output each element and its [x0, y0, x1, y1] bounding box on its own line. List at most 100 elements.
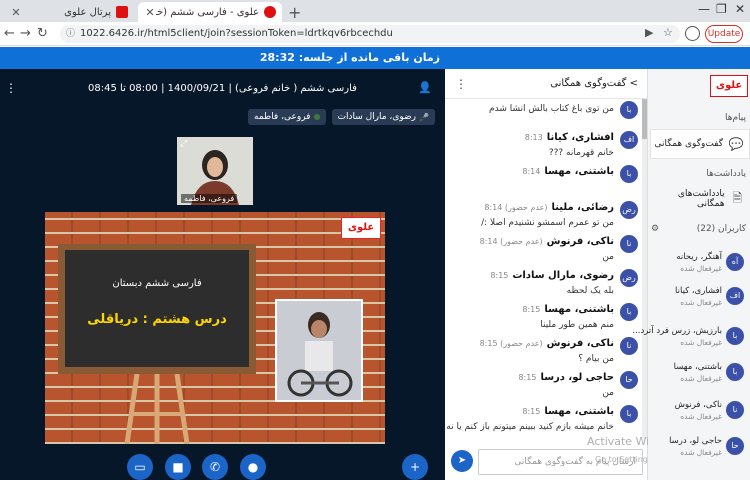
- message-text: من تو عمرم اسمشو نشنیدم اصلا :/: [481, 218, 614, 228]
- user-list-toggle-icon[interactable]: 👤: [418, 81, 432, 94]
- chat-message-input[interactable]: ارسال پیام به گفت‌وگوی همگانی: [478, 449, 643, 475]
- message-author: باشتنی، مهسا8:15: [522, 406, 614, 417]
- insecure-icon: ⓘ: [66, 29, 76, 39]
- user-avatar: با: [620, 101, 638, 119]
- microphone-icon: ●: [247, 460, 259, 474]
- user-avatar: اف: [726, 287, 744, 305]
- messages-section-title: پیام‌ها: [724, 113, 746, 123]
- user-name: بارزیش، زرس فرد آترد...: [632, 326, 722, 336]
- chat-title[interactable]: گفت‌وگوی همگانی <: [550, 78, 638, 89]
- slide-logo: علوی: [341, 217, 381, 239]
- plus-icon: +: [409, 460, 421, 474]
- close-window-icon[interactable]: ✕: [735, 2, 745, 16]
- screen-share-icon: ▭: [134, 460, 146, 474]
- chat-panel: ⋮ گفت‌وگوی همگانی < با من توی باغ کتاب ب…: [445, 69, 738, 480]
- video-camera-icon: ■: [172, 460, 184, 474]
- user-avatar: با: [620, 303, 638, 321]
- user-list-item[interactable]: نا ناکی، فرنوش غیرفعال شده: [650, 397, 750, 427]
- user-avatar: با: [620, 405, 638, 423]
- user-avatar: حا: [620, 371, 638, 389]
- message-text: من: [602, 252, 614, 262]
- user-status: غیرفعال شده: [680, 412, 722, 421]
- screen-share-button[interactable]: ▭: [127, 454, 153, 480]
- send-icon: ➤: [457, 455, 467, 466]
- chat-bubble-icon: 💬: [728, 137, 744, 151]
- user-sidebar: علوی پیام‌ها 💬 گفت‌وگوی همگانی یادداشت‌ه…: [632, 69, 750, 480]
- maximize-icon[interactable]: ❐: [716, 2, 727, 16]
- session-timer: زمان باقی مانده از جلسه: 28:32: [0, 47, 750, 69]
- update-button[interactable]: Update: [705, 25, 743, 43]
- profile-avatar-icon[interactable]: [685, 26, 700, 41]
- close-tab-icon[interactable]: ✕: [10, 6, 22, 19]
- user-list-item[interactable]: با باشتنی، مهسا غیرفعال شده: [650, 359, 750, 389]
- fullscreen-icon[interactable]: ⤢: [180, 139, 187, 149]
- scrollbar-thumb[interactable]: [642, 99, 647, 139]
- notes-section-title: یادداشت‌ها: [706, 169, 746, 179]
- presentation-area: ⋮ فارسی ششم ( خانم فروعی) | 1400/09/21 |…: [0, 69, 445, 480]
- sidebar-item-label: گفت‌وگوی همگانی: [654, 139, 723, 149]
- message-author: افشاری، کیانا8:13: [524, 132, 614, 143]
- favicon-icon: [116, 6, 128, 18]
- forward-icon[interactable]: →: [20, 26, 31, 41]
- sidebar-item-shared-notes[interactable]: 🗎 یادداشت‌های همگانی: [650, 184, 750, 214]
- user-avatar: آه: [726, 253, 744, 271]
- webcam-user-name: فروعی، فاطمه: [181, 194, 238, 203]
- user-name: باشتنی، مهسا: [673, 362, 722, 372]
- gear-icon[interactable]: ⚙: [651, 224, 659, 234]
- phone-icon: ✆: [209, 460, 221, 474]
- send-message-button[interactable]: ➤: [451, 450, 473, 472]
- message-text: من بیام ؟: [578, 354, 614, 364]
- presenter-tag: فروعی، فاطمه: [248, 109, 326, 125]
- user-list-item[interactable]: با بارزیش، زرس فرد آترد... غیرفعال شده: [632, 323, 750, 353]
- close-tab-icon[interactable]: ✕: [144, 6, 156, 19]
- chat-scrollbar[interactable]: [642, 99, 647, 439]
- microphone-button[interactable]: ●: [240, 454, 266, 480]
- user-avatar: با: [726, 363, 744, 381]
- phone-button[interactable]: ✆: [202, 454, 228, 480]
- video-button[interactable]: ■: [165, 454, 191, 480]
- message-text: منم همین طور ملینا: [540, 320, 614, 330]
- url-input[interactable]: ⓘ 1022.6426.ir/html5client/join?sessionT…: [60, 25, 680, 43]
- reload-icon[interactable]: ↻: [37, 26, 48, 41]
- user-list-item[interactable]: حا حاجی لو، درسا غیرفعال شده: [650, 433, 750, 463]
- favicon-icon: [264, 6, 276, 18]
- user-avatar: رض: [620, 269, 638, 287]
- message-author: باشتنی، مهسا8:14: [522, 166, 614, 177]
- new-tab-icon[interactable]: +: [288, 3, 301, 22]
- chat-options-icon[interactable]: ⋮: [455, 77, 467, 91]
- user-avatar: نا: [620, 235, 638, 253]
- actions-add-button[interactable]: +: [402, 454, 428, 480]
- chalkboard: فارسی ششم دبستان درس هشتم : دریاقلی: [65, 250, 249, 367]
- user-status: غیرفعال شده: [680, 338, 722, 347]
- chat-messages: با من توی باغ کتاب بالش انشا شدم اف افشا…: [445, 99, 642, 439]
- user-avatar: با: [620, 165, 638, 183]
- message-text: من: [602, 388, 614, 398]
- sidebar-item-public-chat[interactable]: 💬 گفت‌وگوی همگانی: [650, 129, 750, 159]
- message-author: ناکی، فرنوش(عدم حضور) 8:14: [479, 236, 614, 247]
- presentation-slide: علوی فارسی ششم دبستان درس هشتم : دریاقلی: [45, 212, 385, 444]
- url-text: 1022.6426.ir/html5client/join?sessionTok…: [80, 28, 393, 39]
- users-section-title: کاربران (22): [696, 224, 746, 234]
- browser-tab[interactable]: ✕ پرتال علوی: [4, 2, 134, 22]
- chat-header: ⋮ گفت‌وگوی همگانی <: [445, 69, 648, 99]
- message-text: من توی باغ کتاب بالش انشا شدم: [489, 104, 614, 114]
- address-bar: ← → ↻ ⓘ 1022.6426.ir/html5client/join?se…: [0, 22, 750, 46]
- slide-photo: [275, 299, 363, 402]
- webcam-video[interactable]: ⤢ فروعی، فاطمه: [177, 137, 253, 205]
- minimize-icon[interactable]: —: [698, 2, 710, 16]
- back-icon[interactable]: ←: [4, 26, 15, 41]
- cast-icon[interactable]: ▶: [645, 26, 653, 39]
- browser-tab-active[interactable]: ✕ علوی - فارسی ششم (خانم فر: [138, 2, 282, 22]
- user-list-item[interactable]: آه آهنگر، ریحانه غیرفعال شده: [650, 249, 750, 279]
- brand-logo: علوی: [710, 75, 748, 97]
- user-status: غیرفعال شده: [680, 374, 722, 383]
- message-author: رضوی، مارال سادات8:15: [490, 270, 614, 281]
- bookmark-star-icon[interactable]: ☆: [663, 26, 673, 39]
- sidebar-item-label: یادداشت‌های همگانی: [677, 189, 725, 209]
- tab-title: پرتال علوی: [64, 6, 111, 18]
- user-list-item[interactable]: اف افشاری، کیانا غیرفعال شده: [650, 283, 750, 313]
- user-avatar: حا: [726, 437, 744, 455]
- user-status: غیرفعال شده: [680, 298, 722, 307]
- talking-indicators: 🎤 رضوی، مارال سادات فروعی، فاطمه: [248, 109, 435, 125]
- user-avatar: نا: [726, 401, 744, 419]
